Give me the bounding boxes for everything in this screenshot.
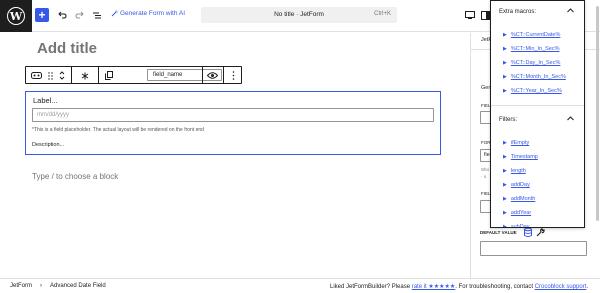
copy-icon[interactable]	[104, 70, 114, 81]
extra-macro-item[interactable]: ▶ %CT::Min_In_Sec%	[503, 46, 559, 52]
rate-text-3: .	[586, 284, 589, 290]
extra-macro-item[interactable]: ▶ %CT::Year_In_Sec%	[503, 88, 562, 94]
extra-macro-item[interactable]: ▶ %CT::Day_In_Sec%	[503, 60, 560, 66]
play-arrow-icon: ▶	[503, 140, 507, 146]
block-toolbar: field_name	[25, 66, 242, 84]
filter-item[interactable]: ▶ subDay	[503, 224, 530, 228]
asterisk-required-icon[interactable]	[80, 70, 90, 81]
sidebar-scrollbar[interactable]	[596, 6, 599, 221]
default-value-input[interactable]	[480, 241, 587, 256]
chevron-up-icon[interactable]	[567, 116, 574, 123]
filter-item[interactable]: ▶ ifEmpty	[503, 140, 529, 146]
toolbar-divider	[223, 67, 224, 83]
rate-text: Liked JetFormBuilder? Please	[330, 284, 411, 290]
filter-item[interactable]: ▶ addMonth	[503, 196, 535, 202]
add-block-button[interactable]: +	[35, 8, 49, 22]
block-appender[interactable]: Type / to choose a block	[32, 172, 118, 181]
date-field-block-icon[interactable]	[29, 70, 43, 81]
play-arrow-icon: ▶	[503, 74, 507, 80]
breadcrumb-item[interactable]: JetForm	[10, 283, 32, 289]
toolbar-divider	[98, 67, 99, 83]
filter-item[interactable]: ▶ Timestamp	[503, 154, 538, 160]
play-arrow-icon: ▶	[503, 196, 507, 202]
filters-title[interactable]: Filters:	[499, 117, 517, 123]
chevron-up-icon[interactable]	[567, 8, 574, 15]
database-macros-icon[interactable]	[524, 227, 532, 239]
play-arrow-icon: ▶	[503, 182, 507, 188]
editor-footer: JetForm › Advanced Date Field Liked JetF…	[0, 278, 600, 293]
move-up-down-icon[interactable]	[58, 70, 66, 81]
breadcrumb-separator-icon: ›	[40, 283, 43, 289]
magic-wand-icon	[111, 10, 118, 17]
extra-macro-item[interactable]: ▶ %CT::CurrentDate%	[503, 32, 560, 38]
play-arrow-icon: ▶	[503, 210, 507, 216]
eye-icon[interactable]	[206, 70, 218, 81]
extra-macro-item[interactable]: ▶ %CT::Month_In_Sec%	[503, 74, 566, 80]
play-arrow-icon: ▶	[503, 168, 507, 174]
toolbar-divider	[202, 67, 203, 83]
drag-handle-icon[interactable]	[46, 70, 54, 81]
undo-icon[interactable]	[55, 8, 69, 22]
wrench-icon[interactable]	[536, 228, 545, 239]
document-title: No title · JetForm	[274, 11, 324, 18]
filter-item[interactable]: ▶ length	[503, 168, 526, 174]
play-arrow-icon: ▶	[503, 154, 507, 160]
document-overview-icon[interactable]	[90, 8, 104, 22]
filter-item[interactable]: ▶ addYear	[503, 210, 531, 216]
play-arrow-icon: ▶	[503, 88, 507, 94]
toolbar-divider	[71, 67, 72, 83]
filter-item[interactable]: ▶ addDay	[503, 182, 530, 188]
command-shortcut: Ctrl+K	[374, 11, 391, 17]
help-text: Sho	[481, 167, 490, 172]
more-options-icon[interactable]	[228, 70, 238, 81]
play-arrow-icon: ▶	[503, 46, 507, 52]
extra-macros-title[interactable]: Extra macros:	[499, 9, 536, 15]
date-field-block[interactable]: Label... mm/dd/yyyy *This is a field pla…	[25, 91, 441, 155]
placeholder-hint: *This is a field placeholder. The actual…	[32, 127, 204, 133]
help-text-2: · o	[481, 174, 487, 179]
support-link[interactable]: Crocoblock support	[535, 284, 587, 290]
wordpress-logo-icon[interactable]: W	[0, 0, 32, 32]
play-arrow-icon: ▶	[503, 224, 507, 228]
breadcrumb-item[interactable]: Advanced Date Field	[50, 283, 106, 289]
redo-icon[interactable]	[72, 8, 86, 22]
field-label[interactable]: Label...	[33, 96, 58, 105]
document-title-bar[interactable]: No title · JetForm Ctrl+K	[201, 7, 397, 23]
generate-ai-button[interactable]: Generate Form with AI	[111, 10, 185, 17]
view-icon[interactable]	[463, 8, 477, 22]
popover-divider	[491, 105, 584, 106]
rate-text-2: . For troubleshooting, contact	[455, 284, 534, 290]
play-arrow-icon: ▶	[503, 60, 507, 66]
rate-link[interactable]: rate it ★★★★★	[412, 284, 456, 290]
breadcrumb: JetForm › Advanced Date Field	[10, 283, 106, 289]
macros-popover: Extra macros: ▶ %CT::CurrentDate% ▶ %CT::M…	[490, 0, 585, 228]
date-input-preview: mm/dd/yyyy	[32, 108, 434, 122]
play-arrow-icon: ▶	[503, 32, 507, 38]
generate-ai-label: Generate Form with AI	[120, 10, 186, 17]
field-description[interactable]: Description...	[32, 142, 64, 148]
default-value-label: DEFAULT VALUE	[480, 230, 517, 235]
editor-canvas: Add title field_name Label... mm/dd/yyyy…	[0, 33, 468, 278]
post-title[interactable]: Add title	[37, 40, 97, 57]
rating-notice: Liked JetFormBuilder? Please rate it ★★★…	[330, 283, 588, 290]
